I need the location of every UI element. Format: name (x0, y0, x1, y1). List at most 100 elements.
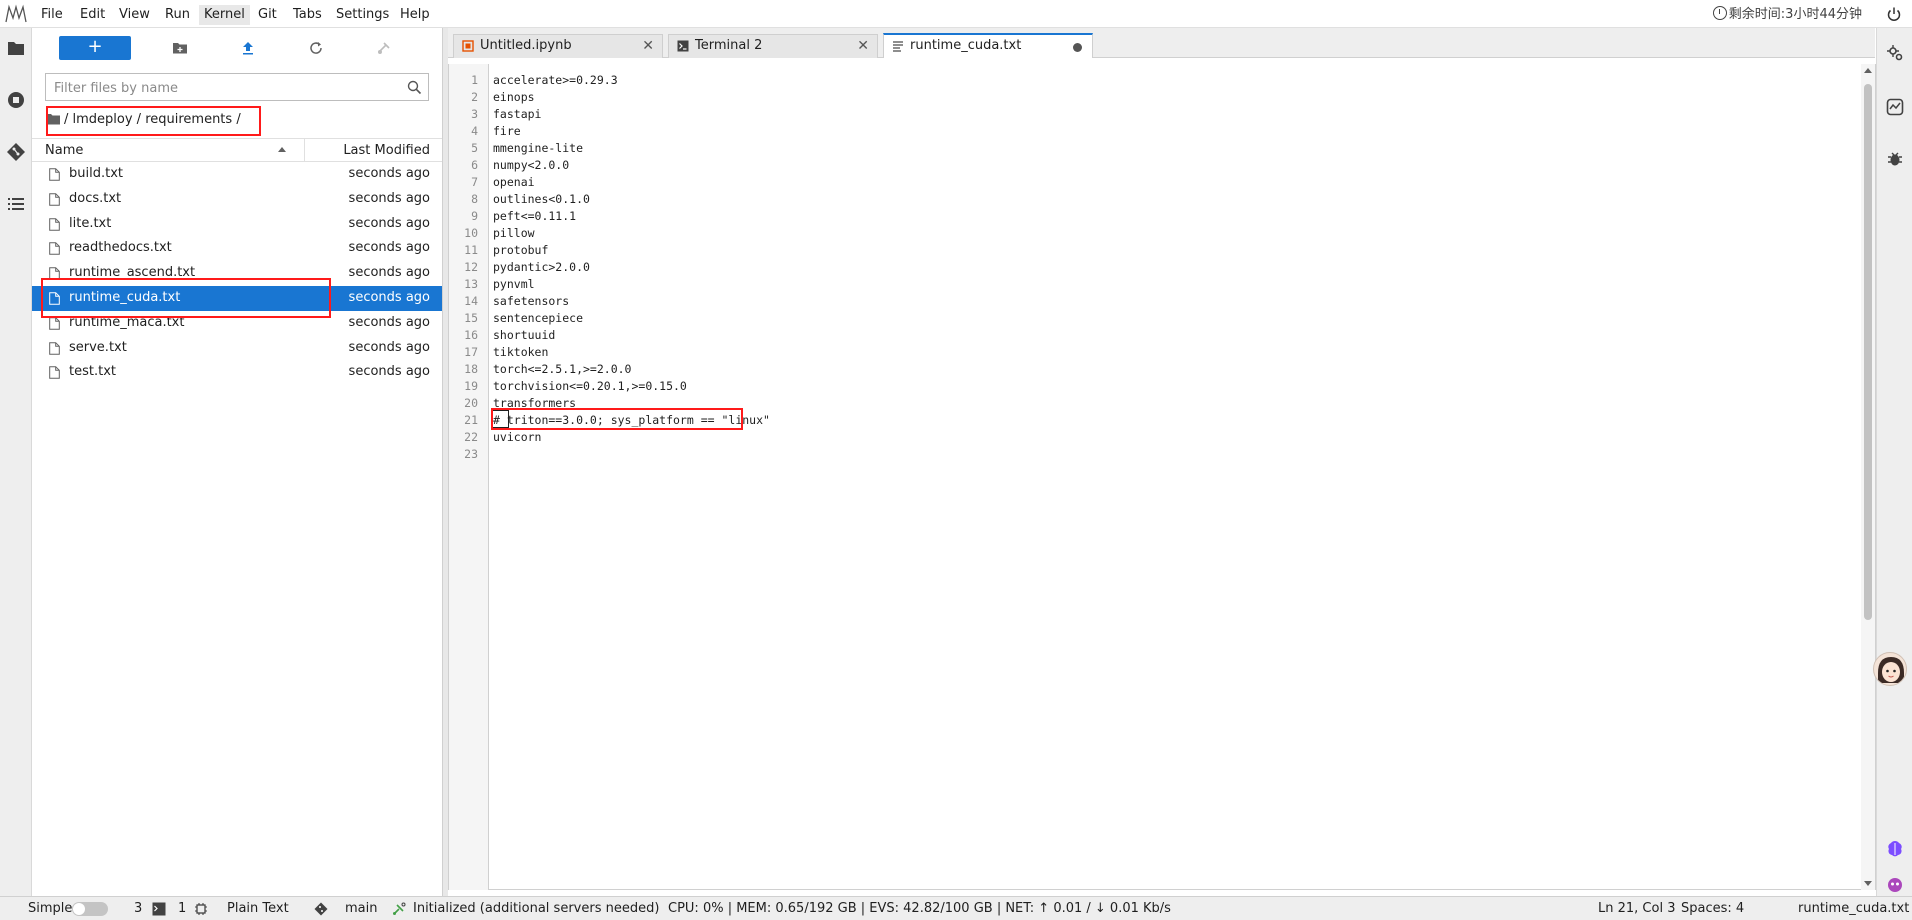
tab-untitled-ipynb[interactable]: Untitled.ipynb ✕ (453, 34, 663, 58)
git-icon[interactable] (6, 142, 26, 162)
close-icon[interactable]: ✕ (857, 35, 869, 57)
brain-icon[interactable] (1886, 876, 1904, 894)
simple-mode-toggle[interactable] (72, 902, 108, 916)
cursor-position[interactable]: Ln 21, Col 3 (1598, 897, 1675, 920)
line-number: 1 (471, 73, 478, 87)
file-name: runtime_ascend.txt (69, 265, 196, 281)
code-line[interactable]: protobuf (493, 242, 548, 259)
tab-runtime-cuda-txt[interactable]: runtime_cuda.txt (883, 33, 1093, 58)
table-of-contents-icon[interactable] (6, 194, 26, 214)
running-kernels-icon[interactable] (6, 90, 26, 110)
remaining-time-text: 剩余时间:3小时44分钟 (1728, 7, 1862, 22)
menu-git[interactable]: Git (253, 5, 282, 25)
file-row-runtime-maca[interactable]: runtime_maca.txt seconds ago (32, 311, 442, 336)
kernels-count[interactable]: 3 (134, 897, 142, 920)
file-row-readthedocs[interactable]: readthedocs.txt seconds ago (32, 236, 442, 261)
indent-spaces[interactable]: Spaces: 4 (1681, 897, 1744, 920)
folder-icon[interactable] (6, 38, 26, 58)
code-line[interactable]: pydantic>2.0.0 (493, 259, 590, 276)
code-line[interactable]: fastapi (493, 106, 541, 123)
column-header-name[interactable]: Name (45, 142, 83, 160)
file-row-lite[interactable]: lite.txt seconds ago (32, 212, 442, 237)
code-line[interactable]: numpy<2.0.0 (493, 157, 569, 174)
git-branch-name[interactable]: main (345, 897, 377, 920)
terminal-icon[interactable] (152, 902, 166, 916)
code-line[interactable]: pynvml (493, 276, 535, 293)
terminals-count[interactable]: 1 (178, 897, 186, 920)
file-row-build[interactable]: build.txt seconds ago (32, 162, 442, 187)
file-row-docs[interactable]: docs.txt seconds ago (32, 187, 442, 212)
file-type[interactable]: Plain Text (227, 897, 289, 920)
menu-view[interactable]: View (114, 5, 155, 25)
sort-ascending-icon[interactable] (278, 147, 286, 152)
vertical-scrollbar[interactable] (1861, 64, 1875, 890)
new-folder-icon[interactable] (172, 40, 188, 56)
file-modified: seconds ago (348, 166, 430, 181)
search-icon[interactable] (407, 80, 422, 95)
scroll-down-icon[interactable] (1864, 881, 1872, 886)
code-line[interactable]: torchvision<=0.20.1,>=0.15.0 (493, 378, 687, 395)
git-branch-icon[interactable] (314, 902, 328, 916)
resource-monitor-icon[interactable] (1886, 98, 1904, 116)
refresh-icon[interactable] (308, 40, 324, 56)
lsp-status-icon[interactable] (392, 902, 406, 916)
file-modified: seconds ago (348, 190, 430, 206)
menu-kernel[interactable]: Kernel (199, 5, 250, 25)
file-modified: seconds ago (348, 240, 430, 256)
line-number: 16 (464, 328, 478, 342)
code-line[interactable]: einops (493, 89, 535, 106)
line-number: 7 (471, 175, 478, 189)
file-row-runtime-ascend[interactable]: runtime_ascend.txt seconds ago (32, 261, 442, 286)
scrollbar-thumb[interactable] (1864, 84, 1872, 620)
debugger-icon[interactable] (1886, 150, 1904, 168)
property-inspector-icon[interactable] (1886, 44, 1904, 62)
menu-run[interactable]: Run (160, 5, 195, 25)
code-line[interactable]: tiktoken (493, 344, 548, 361)
code-line[interactable]: # triton==3.0.0; sys_platform == "linux" (493, 412, 770, 429)
code-line[interactable]: accelerate>=0.29.3 (493, 72, 618, 89)
file-filter-input[interactable] (54, 79, 394, 97)
terminal-icon (677, 40, 689, 52)
file-row-serve[interactable]: serve.txt seconds ago (32, 336, 442, 361)
column-header-last-modified[interactable]: Last Modified (343, 142, 430, 160)
file-row-runtime-cuda[interactable]: runtime_cuda.txt seconds ago (32, 285, 442, 311)
menu-file[interactable]: File (36, 5, 68, 25)
new-launcher-button[interactable]: + (59, 36, 131, 60)
menu-edit[interactable]: Edit (75, 5, 110, 25)
code-line[interactable]: torch<=2.5.1,>=2.0.0 (493, 361, 631, 378)
code-line[interactable]: peft<=0.11.1 (493, 208, 576, 225)
code-line[interactable]: safetensors (493, 293, 569, 310)
menu-tabs[interactable]: Tabs (288, 5, 327, 25)
column-divider[interactable] (304, 139, 305, 161)
folder-icon[interactable] (46, 113, 60, 125)
menu-settings[interactable]: Settings (331, 5, 394, 25)
text-editor[interactable]: 1 2 3 4 5 6 7 8 9 10 11 12 13 14 15 16 17 18 19 20 21 22 23 ac… (448, 64, 1876, 890)
line-number: 8 (471, 192, 478, 206)
code-line[interactable]: fire (493, 123, 521, 140)
left-sidebar-tabs (0, 28, 32, 896)
tab-label: Untitled.ipynb (480, 38, 572, 53)
code-line[interactable]: shortuuid (493, 327, 555, 344)
code-line[interactable]: openai (493, 174, 535, 191)
assistant-avatar[interactable] (1873, 652, 1907, 686)
git-clone-icon[interactable] (376, 40, 392, 56)
file-row-test[interactable]: test.txt seconds ago (32, 360, 442, 385)
file-name: serve.txt (69, 339, 127, 355)
breadcrumb-path[interactable]: / lmdeploy / requirements / (64, 112, 241, 127)
code-line[interactable]: mmengine-lite (493, 140, 583, 157)
code-line[interactable]: outlines<0.1.0 (493, 191, 590, 208)
close-icon[interactable]: ✕ (642, 35, 654, 57)
code-line[interactable]: sentencepiece (493, 310, 583, 327)
unsaved-changes-icon[interactable] (1073, 43, 1082, 52)
code-line[interactable]: pillow (493, 225, 535, 242)
upload-icon[interactable] (240, 40, 256, 56)
power-icon[interactable] (1886, 6, 1902, 22)
tab-terminal-2[interactable]: Terminal 2 ✕ (668, 34, 878, 58)
kernel-chip-icon[interactable] (194, 902, 208, 916)
scroll-up-icon[interactable] (1864, 68, 1872, 73)
code-line[interactable]: uvicorn (493, 429, 541, 446)
line-number: 10 (464, 226, 478, 240)
menu-help[interactable]: Help (395, 5, 435, 25)
lsp-status[interactable]: Initialized (additional servers needed) (413, 897, 659, 920)
ai-assistant-icon[interactable] (1886, 840, 1904, 858)
